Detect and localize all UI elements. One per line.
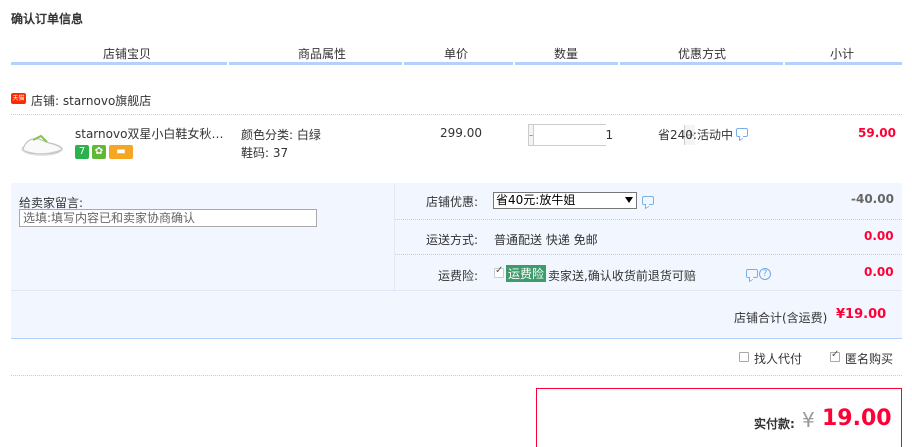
pay-by-friend-label[interactable]: 找人代付: [754, 350, 802, 367]
shop-total-value: ¥19.00: [836, 307, 887, 322]
chevron-down-icon: [625, 197, 633, 203]
chat-bubble-icon[interactable]: [746, 269, 758, 278]
header-unit-price: 单价: [444, 47, 469, 61]
divider: [394, 183, 395, 290]
payment-label: 实付款:: [754, 417, 795, 431]
chat-bubble-icon[interactable]: [642, 196, 654, 205]
divider: [11, 375, 902, 376]
header-underline: [229, 62, 402, 65]
divider: [395, 219, 902, 220]
chat-bubble-icon[interactable]: [736, 128, 748, 137]
header-promotion: 优惠方式: [678, 47, 727, 61]
insurance-checkbox[interactable]: [494, 265, 504, 278]
shop-discount-selected: 省40元:放牛姐: [496, 193, 576, 207]
shop-discount-select[interactable]: 省40元:放牛姐: [493, 192, 637, 209]
header-shop-item: 店铺宝贝: [103, 47, 152, 61]
insurance-amount: 0.00: [864, 265, 894, 279]
divider: [395, 254, 902, 255]
promotion-text: 省240:活动中: [658, 128, 733, 142]
header-underline: [404, 62, 513, 65]
header-underline: [11, 62, 227, 65]
quantity-stepper: - +: [528, 124, 696, 146]
item-color: 颜色分类: 白绿: [241, 128, 321, 142]
currency-symbol: ¥: [802, 408, 815, 432]
item-subtotal: 59.00: [858, 126, 896, 140]
anonymous-purchase-checkbox[interactable]: [830, 349, 840, 362]
credit-card-icon[interactable]: ▬: [109, 145, 133, 159]
header-attributes: 商品属性: [298, 47, 347, 61]
item-title[interactable]: starnovo双星小白鞋女秋季2...: [75, 125, 235, 142]
header-underline: [620, 62, 783, 65]
product-thumbnail[interactable]: [19, 127, 65, 159]
buyer-message-input[interactable]: [19, 209, 317, 227]
shipping-method: 普通配送 快递 免邮: [494, 233, 598, 247]
shop-name[interactable]: 店铺: starnovo旗舰店: [31, 92, 151, 109]
insurance-description: 卖家送,确认收货前退货可赔: [548, 269, 696, 283]
insurance-label: 运费险:: [438, 269, 479, 283]
payment-amount: 19.00: [822, 406, 892, 431]
header-quantity: 数量: [554, 47, 579, 61]
unit-price: 299.00: [440, 126, 482, 140]
insurance-tag: 运费险: [506, 265, 547, 282]
help-icon[interactable]: ?: [759, 268, 771, 280]
tmall-badge-icon: 天猫: [11, 93, 26, 104]
shop-discount-amount: -40.00: [851, 192, 894, 206]
header-underline: [785, 62, 902, 65]
item-size: 鞋码: 37: [241, 146, 289, 160]
shipping-amount: 0.00: [864, 229, 894, 243]
pay-by-friend-checkbox[interactable]: [739, 352, 749, 362]
page-title: 确认订单信息: [11, 12, 84, 26]
shop-discount-label: 店铺优惠:: [426, 195, 479, 209]
header-subtotal: 小计: [830, 47, 855, 61]
header-underline: [515, 62, 618, 65]
shipping-label: 运送方式:: [426, 233, 479, 247]
divider: [11, 338, 902, 339]
seven-day-return-icon[interactable]: 7: [75, 145, 89, 159]
quality-guarantee-icon[interactable]: ✿: [92, 145, 106, 159]
shop-total-label: 店铺合计(含运费): [734, 311, 828, 325]
anonymous-purchase-label[interactable]: 匿名购买: [845, 350, 893, 367]
